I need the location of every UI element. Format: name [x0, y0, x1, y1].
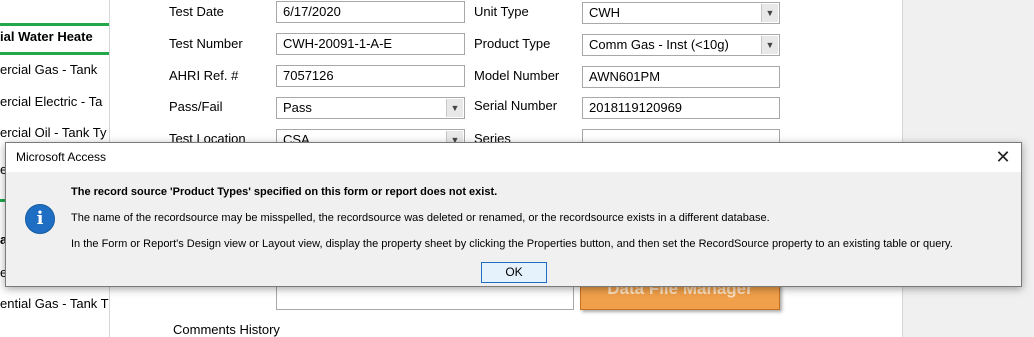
pass-fail-select[interactable]: Pass ▼	[276, 97, 465, 119]
nav-divider	[0, 52, 110, 55]
dialog-message-detail: The name of the recordsource may be miss…	[71, 212, 770, 224]
chevron-down-icon[interactable]: ▼	[761, 4, 778, 22]
comments-history-label: Comments History	[173, 322, 280, 337]
test-number-label: Test Number	[169, 36, 243, 51]
serial-number-label: Serial Number	[474, 98, 558, 113]
close-icon[interactable]: ✕	[991, 145, 1015, 169]
product-type-label: Product Type	[474, 36, 551, 51]
error-dialog: Microsoft Access ✕ i The record source '…	[5, 142, 1022, 287]
product-type-select[interactable]: Comm Gas - Inst (<10g) ▼	[582, 34, 780, 56]
nav-item-residential-gas-tank[interactable]: ential Gas - Tank T	[0, 296, 110, 311]
nav-item-commercial-oil-tank[interactable]: ercial Oil - Tank Ty	[0, 125, 110, 140]
chevron-down-icon[interactable]: ▼	[446, 99, 463, 117]
ahri-ref-field[interactable]: 7057126	[276, 65, 465, 87]
unit-type-value: CWH	[589, 5, 621, 20]
ahri-ref-label: AHRI Ref. #	[169, 68, 239, 83]
nav-item-commercial-gas-tank[interactable]: ercial Gas - Tank	[0, 62, 110, 77]
dialog-title: Microsoft Access	[16, 150, 107, 164]
product-type-value: Comm Gas - Inst (<10g)	[589, 37, 729, 52]
unit-type-select[interactable]: CWH ▼	[582, 2, 780, 24]
serial-number-field[interactable]: 2018119120969	[582, 97, 780, 119]
ok-button[interactable]: OK	[481, 262, 547, 283]
model-number-field[interactable]: AWN601PM	[582, 66, 780, 88]
unit-type-label: Unit Type	[474, 4, 529, 19]
info-icon: i	[25, 204, 55, 234]
test-date-field[interactable]: 6/17/2020	[276, 1, 465, 23]
model-number-label: Model Number	[474, 68, 560, 83]
pass-fail-label: Pass/Fail	[169, 99, 223, 114]
nav-heading-commercial-water-heaters[interactable]: ial Water Heate	[0, 29, 93, 44]
nav-item-commercial-electric-tank[interactable]: ercial Electric - Ta	[0, 94, 110, 109]
chevron-down-icon[interactable]: ▼	[761, 36, 778, 54]
test-date-label: Test Date	[169, 4, 224, 19]
dialog-titlebar: Microsoft Access ✕	[6, 143, 1021, 172]
test-number-field[interactable]: CWH-20091-1-A-E	[276, 33, 465, 55]
dialog-message-primary: The record source 'Product Types' specif…	[71, 186, 498, 198]
nav-divider-top	[0, 23, 110, 26]
dialog-message-instructions: In the Form or Report's Design view or L…	[71, 238, 953, 250]
pass-fail-value: Pass	[283, 100, 312, 115]
